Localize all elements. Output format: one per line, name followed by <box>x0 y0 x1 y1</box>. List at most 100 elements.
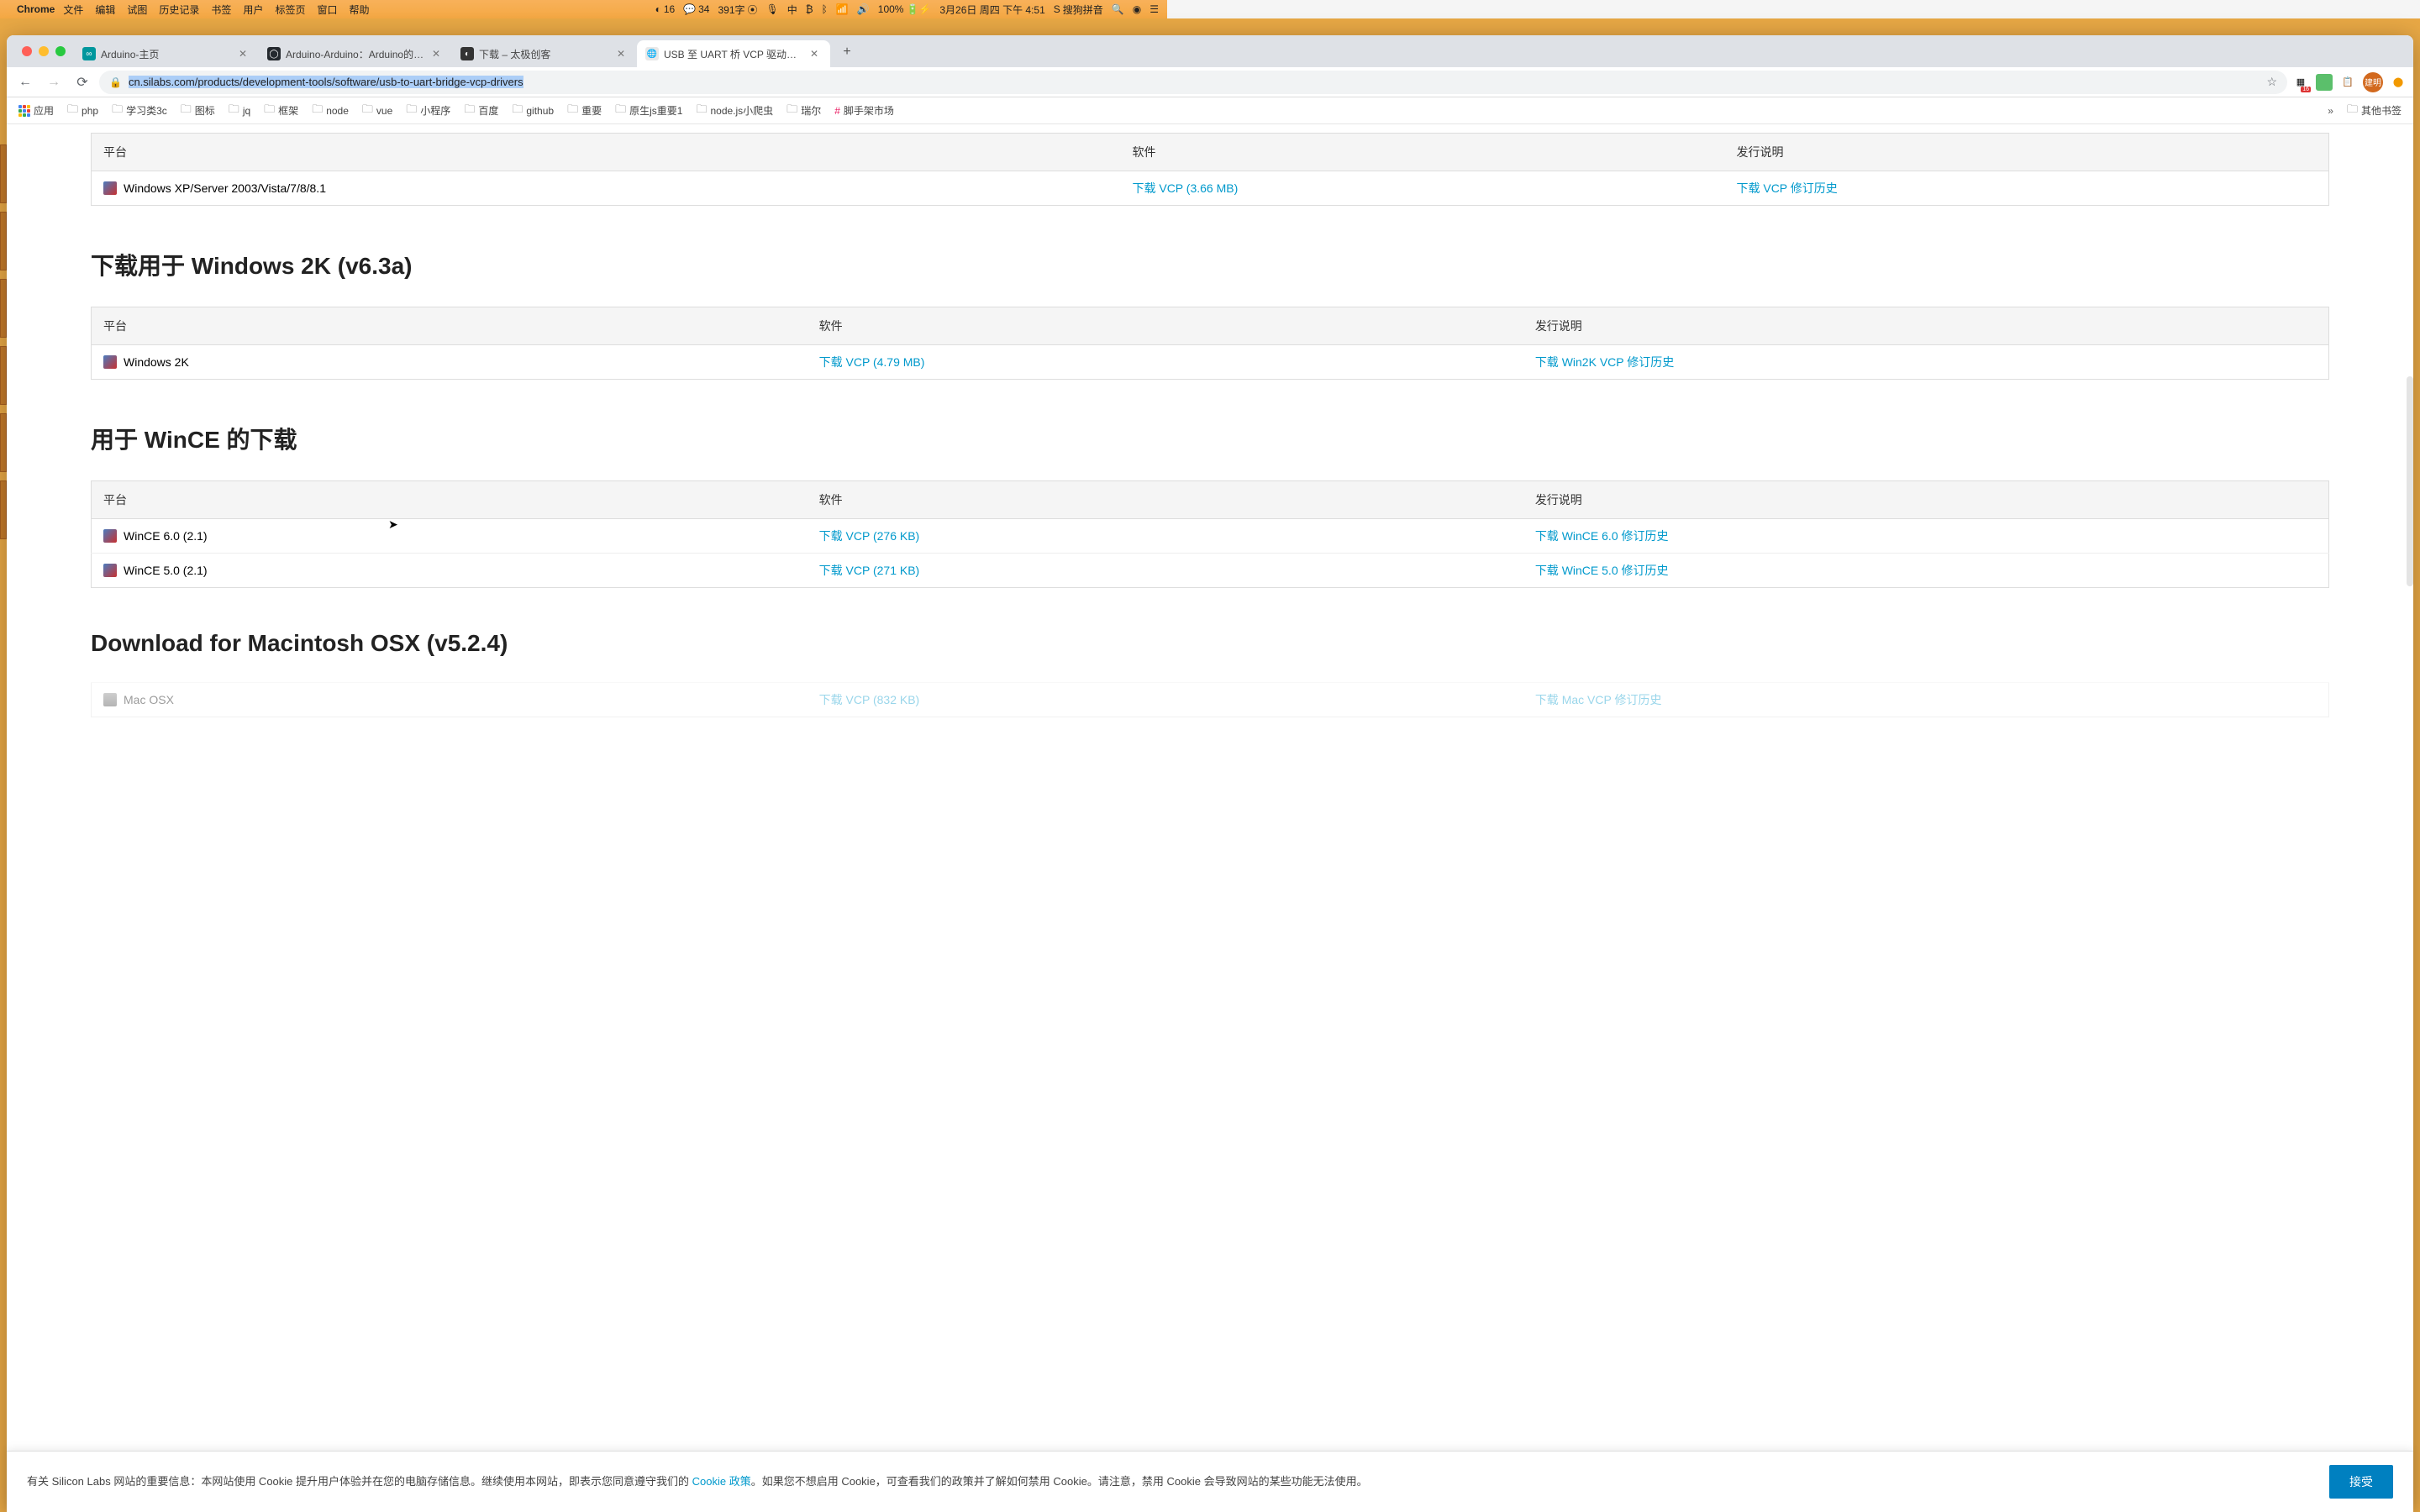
menu-window[interactable]: 窗口 <box>317 3 337 17</box>
notes-link[interactable]: 下载 Win2K VCP 修订历史 <box>1535 355 1674 369</box>
typing-count[interactable]: 391字 ⦿ <box>718 3 757 17</box>
warning-icon[interactable]: ⬤ <box>2390 74 2407 91</box>
bitcoin-icon[interactable]: ₿ <box>806 3 813 15</box>
scrollbar-thumb[interactable] <box>2407 376 2413 586</box>
tab-silabs-active[interactable]: 🌐 USB 至 UART 桥 VCP 驱动器 - 芯 ✕ <box>637 40 830 67</box>
menu-edit[interactable]: 编辑 <box>95 3 115 17</box>
apps-button[interactable]: 应用 <box>13 100 59 121</box>
notes-link[interactable]: 下载 Mac VCP 修订历史 <box>1535 693 1662 706</box>
table-row: WinCE 5.0 (2.1) 下载 VCP (271 KB) 下载 WinCE… <box>92 554 2329 588</box>
bookmark-folder[interactable]: 🗀vue <box>357 98 397 123</box>
taiji-favicon: ◐ <box>460 47 474 60</box>
bookmark-folder[interactable]: 🗀学习类3c <box>107 98 172 123</box>
wifi-icon[interactable]: 📶 <box>836 3 849 15</box>
close-tab-icon[interactable]: ✕ <box>617 48 629 60</box>
siri-icon[interactable]: ◉ <box>1133 3 1141 15</box>
minimize-window-button[interactable] <box>39 46 49 56</box>
bookmark-star-icon[interactable]: ☆ <box>2266 75 2277 89</box>
download-table-3: 平台 软件 发行说明 WinCE 6.0 (2.1) 下载 VCP (276 K… <box>91 480 2329 588</box>
bookmark-folder[interactable]: 🗀node <box>307 98 354 123</box>
lock-icon[interactable]: 🔒 <box>109 76 122 88</box>
battery-status[interactable]: 100% 🔋⚡ <box>878 3 932 15</box>
bluetooth-icon[interactable]: ᛒ <box>822 3 828 15</box>
menu-bookmarks[interactable]: 书签 <box>211 3 231 17</box>
tab-arduino-home[interactable]: ∞ Arduino-主页 ✕ <box>74 40 259 67</box>
download-link[interactable]: 下载 VCP (832 KB) <box>819 693 920 706</box>
bookmarks-overflow[interactable]: » <box>2323 105 2338 117</box>
tab-taiji[interactable]: ◐ 下载 – 太极创客 ✕ <box>452 40 637 67</box>
forward-button[interactable]: → <box>42 71 66 94</box>
tab-arduino-esp[interactable]: ◯ Arduino-Arduino：Arduino的ESP ✕ <box>259 40 452 67</box>
folder-icon: 🗀 <box>362 102 373 120</box>
download-link[interactable]: 下载 VCP (3.66 MB) <box>1132 181 1238 195</box>
accept-button[interactable]: 接受 <box>2329 1465 2393 1499</box>
bookmark-folder[interactable]: 🗀php <box>62 98 103 123</box>
menu-history[interactable]: 历史记录 <box>159 3 199 17</box>
close-tab-icon[interactable]: ✕ <box>432 48 444 60</box>
folder-icon: 🗀 <box>312 102 323 120</box>
folder-icon: 🗀 <box>264 102 275 120</box>
volume-icon[interactable]: 🔊 <box>857 3 870 15</box>
status-icon1[interactable]: ◐ 16 <box>655 3 676 15</box>
download-link[interactable]: 下载 VCP (4.79 MB) <box>819 355 925 369</box>
date-time[interactable]: 3月26日 周四 下午 4:51 <box>939 3 1044 17</box>
folder-icon: 🗀 <box>229 102 239 120</box>
window-controls <box>13 46 74 56</box>
reading-list-icon[interactable]: 📋 <box>2339 74 2356 91</box>
notes-link[interactable]: 下载 WinCE 5.0 修订历史 <box>1535 564 1669 577</box>
menu-tabs[interactable]: 标签页 <box>275 3 305 17</box>
app-name[interactable]: Chrome <box>17 3 55 15</box>
macos-menubar: Chrome 文件 编辑 试图 历史记录 书签 用户 标签页 窗口 帮助 ◐ 1… <box>0 0 1167 18</box>
chrome-window: ∞ Arduino-主页 ✕ ◯ Arduino-Arduino：Arduino… <box>7 35 2413 1512</box>
spotlight-icon[interactable]: 🔍 <box>1112 3 1124 15</box>
bookmark-folder[interactable]: 🗀百度 <box>459 98 503 123</box>
download-link[interactable]: 下载 VCP (271 KB) <box>819 564 920 577</box>
close-window-button[interactable] <box>22 46 32 56</box>
section-title-osx: Download for Macintosh OSX (v5.2.4) <box>91 630 2329 657</box>
folder-icon: 🗀 <box>67 102 78 120</box>
notes-link[interactable]: 下载 VCP 修订历史 <box>1736 181 1837 195</box>
bookmark-folder[interactable]: 🗀瑞尔 <box>781 98 826 123</box>
folder-icon: 🗀 <box>181 102 192 120</box>
wechat-icon[interactable]: 💬 34 <box>683 3 709 15</box>
bookmark-folder[interactable]: 🗀jq <box>224 98 255 123</box>
new-tab-button[interactable]: + <box>835 40 859 64</box>
cookie-text: 有关 Silicon Labs 网站的重要信息：本网站使用 Cookie 提升用… <box>27 1473 2304 1491</box>
bookmark-folder[interactable]: 🗀图标 <box>176 98 220 123</box>
close-tab-icon[interactable]: ✕ <box>239 48 250 60</box>
cookie-policy-link[interactable]: Cookie 政策 <box>692 1475 751 1488</box>
close-tab-icon[interactable]: ✕ <box>810 48 822 60</box>
bookmark-folder[interactable]: 🗀原生js重要1 <box>610 98 687 123</box>
notifications-icon[interactable]: ☰ <box>1150 3 1159 15</box>
address-bar[interactable]: 🔒 cn.silabs.com/products/development-too… <box>99 71 2287 94</box>
bookmark-folder[interactable]: 🗀github <box>507 98 559 123</box>
translate-icon[interactable]: 中 <box>787 3 797 17</box>
bookmark-scaffold[interactable]: #脚手架市场 <box>829 100 899 121</box>
bookmarks-bar: 应用 🗀php 🗀学习类3c 🗀图标 🗀jq 🗀框架 🗀node 🗀vue 🗀小… <box>7 97 2413 124</box>
download-table-4: Mac OSX 下载 VCP (832 KB) 下载 Mac VCP 修订历史 <box>91 682 2329 717</box>
menu-user[interactable]: 用户 <box>243 3 263 17</box>
page-content[interactable]: 平台 软件 发行说明 Windows XP/Server 2003/Vista/… <box>7 124 2413 1512</box>
download-link[interactable]: 下载 VCP (276 KB) <box>819 529 920 543</box>
menu-view[interactable]: 试图 <box>127 3 147 17</box>
menu-help[interactable]: 帮助 <box>349 3 369 17</box>
bookmark-folder[interactable]: 🗀小程序 <box>401 98 455 123</box>
silabs-favicon: 🌐 <box>645 47 659 60</box>
extension-icon[interactable] <box>2316 74 2333 91</box>
browser-toolbar: ← → ⟳ 🔒 cn.silabs.com/products/developme… <box>7 67 2413 97</box>
ime-status[interactable]: S 搜狗拼音 <box>1054 3 1103 17</box>
other-bookmarks[interactable]: 🗀其他书签 <box>2342 98 2407 123</box>
mic-icon[interactable]: 🎙 <box>766 3 779 15</box>
notes-link[interactable]: 下载 WinCE 6.0 修订历史 <box>1535 529 1669 543</box>
mac-icon <box>103 693 117 706</box>
reload-button[interactable]: ⟳ <box>71 71 94 94</box>
bookmark-folder[interactable]: 🗀重要 <box>562 98 607 123</box>
section-title-wince: 用于 WinCE 的下载 <box>91 422 2329 455</box>
menu-file[interactable]: 文件 <box>63 3 83 17</box>
profile-avatar[interactable]: 建明 <box>2363 72 2383 92</box>
maximize-window-button[interactable] <box>55 46 66 56</box>
back-button[interactable]: ← <box>13 71 37 94</box>
extension-icon[interactable]: ▦16 <box>2292 74 2309 91</box>
bookmark-folder[interactable]: 🗀框架 <box>259 98 303 123</box>
bookmark-folder[interactable]: 🗀node.js小爬虫 <box>691 98 778 123</box>
